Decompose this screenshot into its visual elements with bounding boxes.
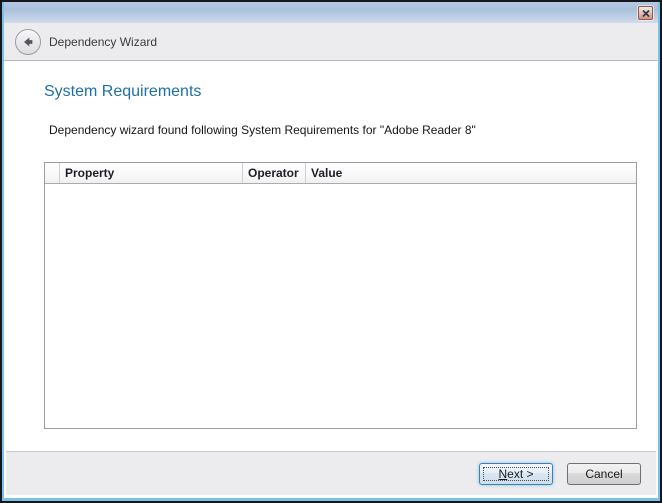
content-area: System Requirements Dependency wizard fo… — [6, 62, 656, 454]
table-body[interactable] — [45, 185, 636, 428]
wizard-header: Dependency Wizard — [4, 23, 658, 61]
wizard-title: Dependency Wizard — [49, 35, 157, 49]
table-header-row: Property Operator Value — [45, 163, 636, 184]
description-text: Dependency wizard found following System… — [49, 123, 476, 137]
next-button[interactable]: Next > — [479, 463, 553, 485]
next-button-label: Next > — [498, 467, 533, 481]
window-inner: Dependency Wizard System Requirements De… — [2, 2, 660, 501]
close-button[interactable] — [638, 6, 653, 20]
button-bar: Next > Cancel — [6, 451, 656, 495]
back-button[interactable] — [15, 29, 41, 55]
back-arrow-icon — [21, 35, 35, 49]
titlebar — [4, 2, 658, 23]
next-button-focus-rect: Next > — [483, 467, 549, 481]
page-title: System Requirements — [44, 83, 201, 101]
requirements-table: Property Operator Value — [44, 162, 637, 429]
dependency-wizard-window: Dependency Wizard System Requirements De… — [0, 0, 662, 503]
column-header-operator[interactable]: Operator — [243, 163, 306, 183]
close-icon — [642, 10, 650, 17]
cancel-button[interactable]: Cancel — [567, 463, 641, 485]
column-header-value[interactable]: Value — [306, 163, 636, 183]
cancel-button-label: Cancel — [585, 467, 622, 481]
column-header-blank[interactable] — [45, 163, 60, 183]
column-header-property[interactable]: Property — [60, 163, 243, 183]
